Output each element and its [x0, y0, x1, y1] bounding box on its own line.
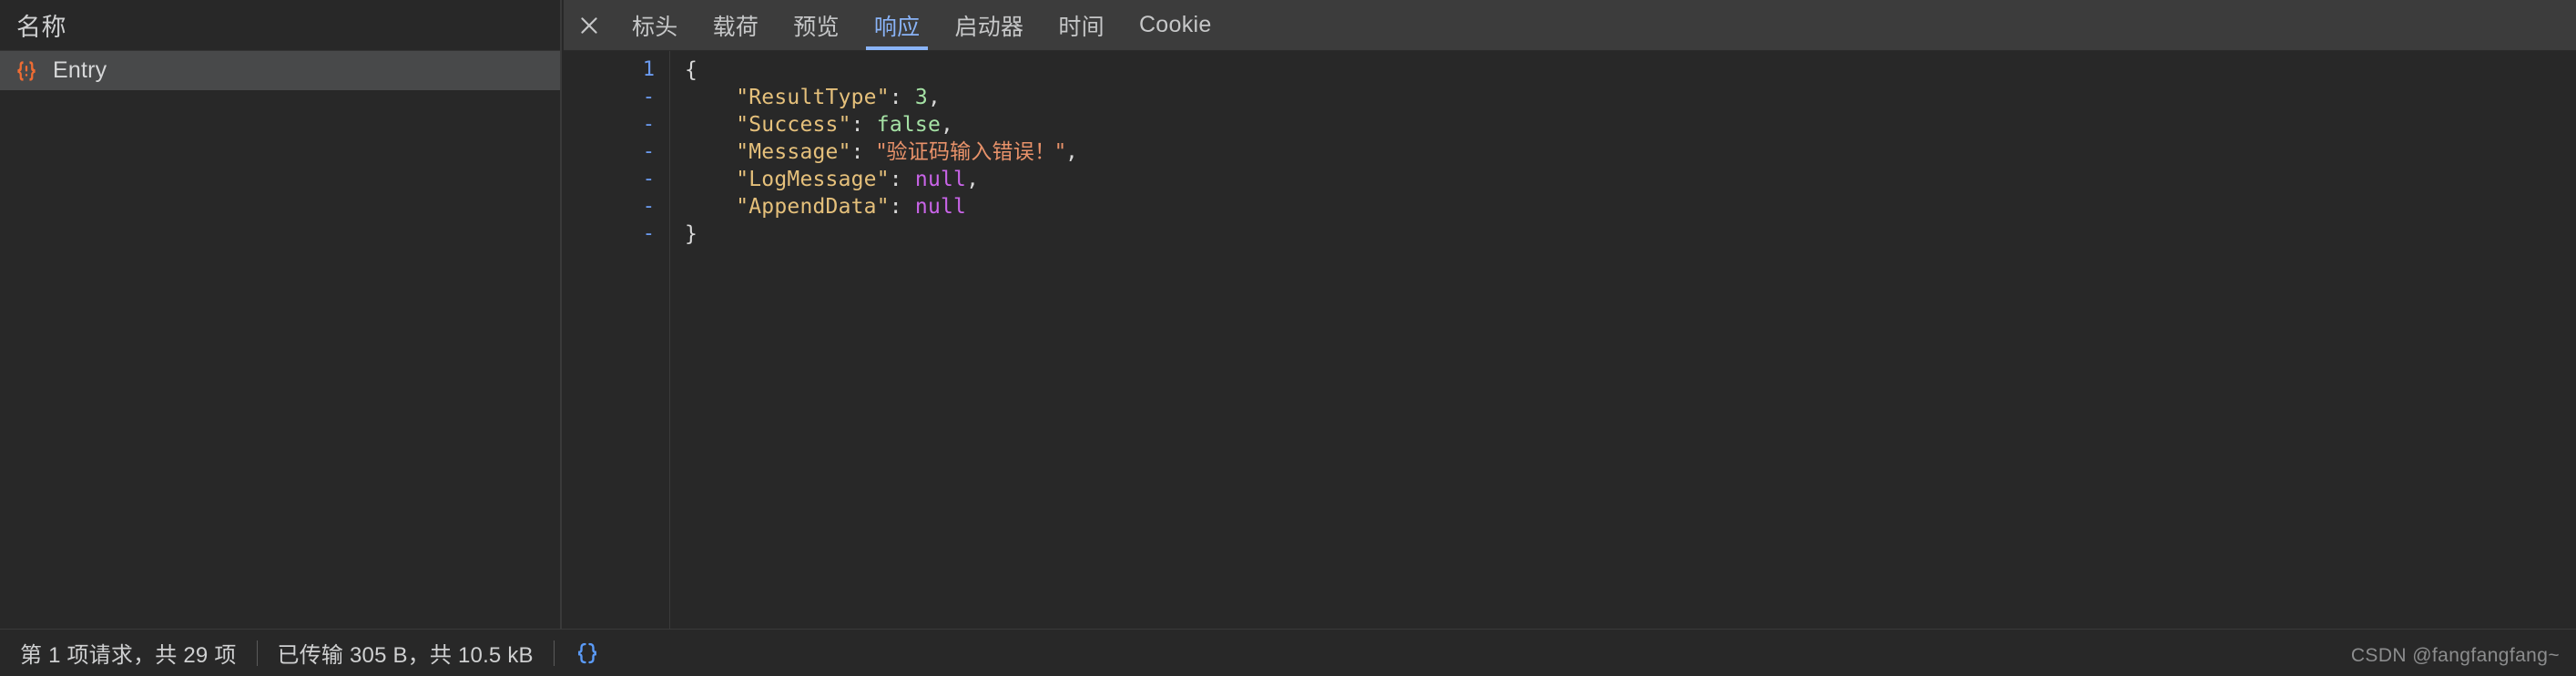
column-header-name: 名称 — [16, 14, 66, 41]
tab-payload[interactable]: 载荷 — [696, 0, 777, 50]
tab-timing[interactable]: 时间 — [1041, 0, 1122, 50]
tab-timing-label: 时间 — [1058, 14, 1105, 40]
json-token-null: null — [914, 168, 967, 191]
pretty-print-braces-icon[interactable] — [555, 630, 620, 676]
tab-initiator[interactable]: 启动器 — [937, 0, 1041, 50]
requests-summary-label: 第 1 项请求，共 29 项 — [20, 643, 237, 668]
json-braces-icon — [13, 57, 40, 85]
json-line: "Success": false, — [685, 111, 2576, 138]
json-token-colon: : — [889, 86, 902, 109]
line-number-7: - — [642, 222, 655, 245]
json-token-plain — [902, 195, 915, 219]
detail-tabbar: 标头 载荷 预览 响应 启动器 时间 Cookie — [564, 0, 2576, 51]
request-list-panel: 名称 Entry — [0, 0, 562, 629]
tab-headers[interactable]: 标头 — [615, 0, 696, 50]
line-number-1: 1 — [642, 58, 655, 81]
response-body-viewer[interactable]: 1 - - - - - - { "ResultType": 3, "Success": fa… — [564, 51, 2576, 629]
devtools-network-panel: 名称 Entry 标头 载荷 预览 响应 启动器 时间 Cookie 1 - -… — [0, 0, 2576, 676]
tab-response[interactable]: 响应 — [857, 0, 938, 50]
line-number-gutter: 1 - - - - - - — [564, 51, 670, 629]
json-token-plain — [685, 113, 736, 137]
json-token-plain — [902, 86, 915, 109]
tab-response-label: 响应 — [873, 14, 921, 40]
json-token-punct: } — [685, 222, 698, 246]
json-token-comma: , — [927, 86, 942, 109]
json-token-comma: , — [941, 113, 954, 137]
json-token-plain — [864, 113, 877, 137]
json-token-comma: , — [966, 168, 980, 191]
json-token-colon: : — [889, 195, 902, 219]
tab-headers-label: 标头 — [632, 14, 678, 40]
json-code-area[interactable]: { "ResultType": 3, "Success": false, "Me… — [670, 51, 2576, 629]
status-bar: 第 1 项请求，共 29 项 已传输 305 B，共 10.5 kB CSDN … — [0, 629, 2576, 676]
json-token-bool: false — [876, 113, 942, 137]
tab-cookies-label: Cookie — [1138, 12, 1212, 37]
json-token-key: "Success" — [736, 113, 851, 137]
json-token-colon: : — [889, 168, 902, 191]
line-number-2: - — [642, 86, 655, 108]
json-line: "LogMessage": null, — [685, 166, 2576, 193]
json-token-plain — [685, 86, 736, 109]
json-token-key: "Message" — [736, 140, 851, 164]
tab-initiator-label: 启动器 — [954, 14, 1024, 40]
json-line: "ResultType": 3, — [685, 84, 2576, 111]
line-number-5: - — [642, 168, 655, 190]
close-icon[interactable] — [564, 0, 615, 50]
json-token-plain — [864, 140, 877, 164]
tab-payload-label: 载荷 — [712, 14, 759, 40]
json-token-key: "LogMessage" — [736, 168, 890, 191]
json-line: "Message": "验证码输入错误！", — [685, 138, 2576, 166]
tab-preview[interactable]: 预览 — [776, 0, 857, 50]
json-token-key: "AppendData" — [736, 195, 890, 219]
transfer-summary-label: 已传输 305 B，共 10.5 kB — [277, 643, 534, 668]
json-token-key: "ResultType" — [736, 86, 890, 109]
request-detail-panel: 标头 载荷 预览 响应 启动器 时间 Cookie 1 - - - - - - {"Res… — [564, 0, 2576, 629]
json-token-null: null — [914, 195, 967, 219]
json-line: { — [685, 56, 2576, 84]
request-list[interactable]: Entry — [0, 51, 560, 90]
json-token-comma: , — [1064, 140, 1078, 164]
json-token-colon: : — [850, 140, 864, 164]
json-token-plain — [685, 195, 736, 219]
json-token-plain — [685, 168, 736, 191]
line-number-3: - — [642, 113, 655, 136]
json-token-punct: { — [685, 58, 698, 82]
request-list-header: 名称 — [0, 0, 560, 51]
line-number-4: - — [642, 140, 655, 163]
tab-cookies[interactable]: Cookie — [1122, 0, 1229, 50]
json-token-num: 3 — [914, 86, 928, 109]
json-token-plain — [685, 140, 736, 164]
json-token-colon: : — [850, 113, 864, 137]
csdn-watermark: CSDN @fangfangfang~ — [2350, 645, 2560, 666]
request-row-entry[interactable]: Entry — [0, 51, 560, 90]
json-line: "AppendData": null — [685, 193, 2576, 220]
request-name-label: Entry — [53, 57, 107, 83]
tab-preview-label: 预览 — [793, 14, 840, 40]
json-token-plain — [902, 168, 915, 191]
json-line: } — [685, 220, 2576, 248]
json-token-str: "验证码输入错误！" — [876, 140, 1065, 164]
line-number-6: - — [642, 195, 655, 218]
